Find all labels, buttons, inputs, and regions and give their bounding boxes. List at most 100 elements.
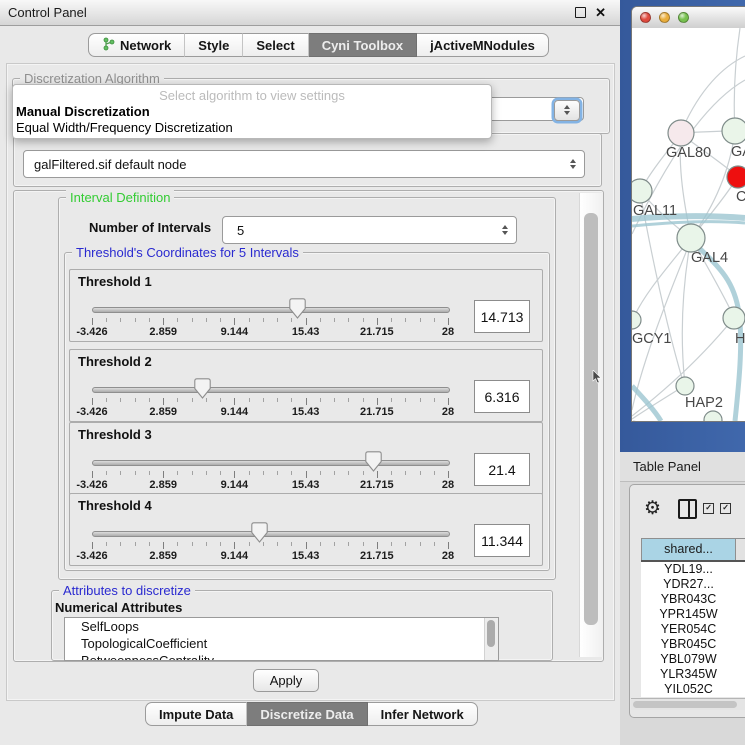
threshold-value-field[interactable]: 11.344 [474,524,530,557]
attributes-list-scrollbar[interactable] [484,618,498,660]
table-row[interactable]: YDL19...YDL1 [641,562,745,577]
tick-label: 28 [416,479,480,491]
table-data-stepper[interactable] [566,151,580,177]
tick-mark [348,398,349,402]
gear-icon[interactable]: ⚙ [644,497,661,520]
numerical-attributes-list[interactable]: SelfLoopsTopologicalCoefficientBetweenne… [64,617,499,661]
algorithm-option-equal-width-frequency-discretization[interactable]: Equal Width/Frequency Discretization [13,120,491,136]
tick-label: 28 [416,406,480,418]
table-row[interactable]: YDR27...YDR2 [641,577,745,592]
network-node-c[interactable] [727,166,745,188]
algorithm-combobox-stepper[interactable] [554,100,580,121]
tick-mark [448,471,449,478]
algorithm-option-manual-discretization[interactable]: Manual Discretization [13,104,491,120]
network-edge[interactable] [734,28,740,131]
table-row[interactable]: YLR345WYLR3 [641,667,745,682]
bottom-tab-bar: Impute DataDiscretize DataInfer Network [145,702,478,726]
threshold-slider[interactable]: -3.4262.8599.14415.4321.71528 [70,376,470,420]
slider-thumb[interactable] [365,451,382,472]
network-node-hap2[interactable] [676,377,694,395]
tick-mark [291,398,292,402]
network-node-h[interactable] [723,307,745,329]
table-data-combobox[interactable]: galFiltered.sif default node [23,150,585,178]
threshold-box: Threshold 1-3.4262.8599.14415.4321.71528… [69,269,543,342]
network-edge[interactable] [633,420,712,421]
table-hscrollbar-thumb[interactable] [633,701,737,708]
close-panel-icon[interactable]: ✕ [595,6,606,19]
table-row[interactable]: YBR043CYBR0 [641,592,745,607]
attribute-item-betweennesscentrality[interactable]: BetweennessCentrality [65,652,498,661]
apply-button[interactable]: Apply [253,669,319,692]
attribute-item-selfloops[interactable]: SelfLoops [65,618,498,635]
threshold-value-field[interactable]: 6.316 [474,380,530,413]
tick-mark [220,542,221,546]
network-edge[interactable] [682,238,691,385]
tab-network[interactable]: Network [88,33,185,57]
close-window-icon[interactable] [640,12,651,23]
tab-select[interactable]: Select [243,33,308,57]
settings-scrollbar-thumb[interactable] [584,213,598,625]
tab-style[interactable]: Style [185,33,243,57]
network-node-gal11[interactable] [632,179,652,203]
checkbox-checked-icon[interactable]: ✓ [720,503,731,514]
tick-label: 21.715 [345,406,409,418]
tick-mark [192,398,193,402]
table-panel-titlebar: Table Panel [620,452,745,482]
tab-cyni-toolbox[interactable]: Cyni Toolbox [309,33,417,57]
network-node-gcy1[interactable] [632,311,641,329]
network-node-gal80[interactable] [668,120,694,146]
checkbox-checked-icon[interactable]: ✓ [703,503,714,514]
threshold-value-field[interactable]: 14.713 [474,300,530,333]
threshold-slider[interactable]: -3.4262.8599.14415.4321.71528 [70,449,470,493]
table-row[interactable]: YER054CYER0 [641,622,745,637]
threshold-value-field[interactable]: 21.4 [474,453,530,486]
network-node-gal4[interactable] [677,224,705,252]
tick-mark [92,318,93,325]
network-node-ga[interactable] [722,118,745,144]
slider-thumb[interactable] [194,378,211,399]
attributes-scrollbar-thumb[interactable] [487,620,495,647]
table-row[interactable]: YBL079WYBL0 [641,652,745,667]
network-canvas[interactable]: GAL80GACGAL11GAL4GCY1HHAP2 [632,28,745,421]
table-cell: YIL0 [736,682,745,697]
table-cell: YDR2 [736,577,745,592]
network-node[interactable] [704,411,722,421]
tab-jactivemnodules[interactable]: jActiveMNodules [417,33,549,57]
settings-scrollbar[interactable] [579,193,603,657]
float-panel-icon[interactable] [575,7,586,18]
table-header-cell[interactable]: shared... [641,539,736,560]
number-of-intervals-combobox[interactable]: 5 [222,216,517,244]
control-panel: Control Panel ✕ NetworkStyleSelectCyni T… [0,0,620,745]
tick-mark [320,398,321,402]
network-edge[interactable] [633,238,691,319]
split-columns-icon[interactable] [678,499,697,519]
zoom-window-icon[interactable] [678,12,689,23]
tab-infer-network[interactable]: Infer Network [368,702,478,726]
table-row[interactable]: YBR045CYBR0 [641,637,745,652]
tab-discretize-data[interactable]: Discretize Data [247,702,367,726]
table-horizontal-scrollbar[interactable] [631,698,745,710]
table-cell: YER0 [736,622,745,637]
slider-thumb[interactable] [251,522,268,543]
intervals-stepper[interactable] [498,217,512,243]
node-table[interactable]: shared...na YDL19...YDL1YDR27...YDR2YBR0… [641,538,745,697]
table-row[interactable]: YPR145WYPR1 [641,607,745,622]
tab-impute-data[interactable]: Impute Data [145,702,247,726]
table-cell: YPR1 [736,607,745,622]
tick-mark [377,318,378,325]
network-node-label: GCY1 [632,331,672,347]
tick-label: 9.144 [202,406,266,418]
tab-label: Cyni Toolbox [322,38,403,53]
slider-track [92,307,450,313]
attribute-item-topologicalcoefficient[interactable]: TopologicalCoefficient [65,635,498,652]
minimize-window-icon[interactable] [659,12,670,23]
network-edge-thick[interactable] [692,241,741,421]
table-header-cell[interactable]: na [736,539,745,560]
slider-thumb[interactable] [289,298,306,319]
threshold-slider[interactable]: -3.4262.8599.14415.4321.71528 [70,296,470,340]
tick-mark [192,542,193,546]
table-row[interactable]: YIL052CYIL0 [641,682,745,697]
network-edge[interactable] [640,192,684,385]
tick-mark [348,471,349,475]
threshold-slider[interactable]: -3.4262.8599.14415.4321.71528 [70,520,470,564]
